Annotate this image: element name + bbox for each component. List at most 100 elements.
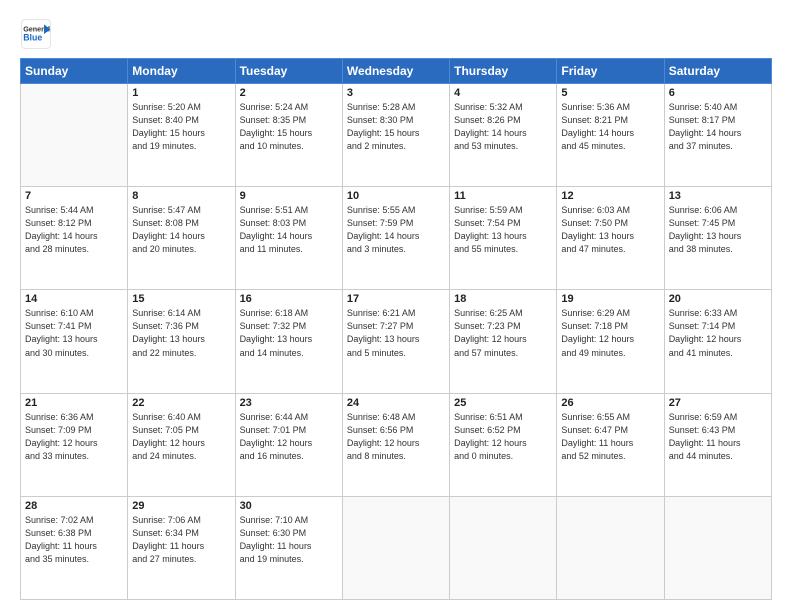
calendar-cell: 2 Sunrise: 5:24 AM Sunset: 8:35 PM Daylig…	[235, 84, 342, 187]
logo-icon: General Blue	[20, 18, 52, 50]
day-number: 24	[347, 397, 445, 409]
day-number: 17	[347, 293, 445, 305]
day-number: 15	[132, 293, 230, 305]
day-info: Sunrise: 5:28 AM Sunset: 8:30 PM Dayligh…	[347, 101, 445, 153]
day-info: Sunrise: 5:59 AM Sunset: 7:54 PM Dayligh…	[454, 204, 552, 256]
calendar-cell: 21 Sunrise: 6:36 AM Sunset: 7:09 PM Dayli…	[21, 393, 128, 496]
weekday-header: Monday	[128, 59, 235, 84]
day-info: Sunrise: 6:25 AM Sunset: 7:23 PM Dayligh…	[454, 307, 552, 359]
weekday-header-row: SundayMondayTuesdayWednesdayThursdayFrid…	[21, 59, 772, 84]
day-number: 8	[132, 190, 230, 202]
day-number: 2	[240, 87, 338, 99]
calendar-cell: 3 Sunrise: 5:28 AM Sunset: 8:30 PM Daylig…	[342, 84, 449, 187]
day-info: Sunrise: 6:14 AM Sunset: 7:36 PM Dayligh…	[132, 307, 230, 359]
calendar-cell: 5 Sunrise: 5:36 AM Sunset: 8:21 PM Daylig…	[557, 84, 664, 187]
day-info: Sunrise: 6:29 AM Sunset: 7:18 PM Dayligh…	[561, 307, 659, 359]
day-number: 22	[132, 397, 230, 409]
day-number: 19	[561, 293, 659, 305]
calendar-cell: 9 Sunrise: 5:51 AM Sunset: 8:03 PM Daylig…	[235, 187, 342, 290]
day-info: Sunrise: 6:18 AM Sunset: 7:32 PM Dayligh…	[240, 307, 338, 359]
calendar-table: SundayMondayTuesdayWednesdayThursdayFrid…	[20, 58, 772, 600]
day-number: 12	[561, 190, 659, 202]
day-info: Sunrise: 6:51 AM Sunset: 6:52 PM Dayligh…	[454, 411, 552, 463]
calendar-cell: 22 Sunrise: 6:40 AM Sunset: 7:05 PM Dayli…	[128, 393, 235, 496]
calendar-cell: 8 Sunrise: 5:47 AM Sunset: 8:08 PM Daylig…	[128, 187, 235, 290]
day-info: Sunrise: 5:24 AM Sunset: 8:35 PM Dayligh…	[240, 101, 338, 153]
day-number: 6	[669, 87, 767, 99]
day-info: Sunrise: 5:47 AM Sunset: 8:08 PM Dayligh…	[132, 204, 230, 256]
day-info: Sunrise: 7:02 AM Sunset: 6:38 PM Dayligh…	[25, 514, 123, 566]
day-number: 26	[561, 397, 659, 409]
svg-text:Blue: Blue	[23, 32, 42, 42]
calendar-cell: 29 Sunrise: 7:06 AM Sunset: 6:34 PM Dayli…	[128, 496, 235, 599]
day-number: 4	[454, 87, 552, 99]
calendar-cell: 6 Sunrise: 5:40 AM Sunset: 8:17 PM Daylig…	[664, 84, 771, 187]
day-info: Sunrise: 5:36 AM Sunset: 8:21 PM Dayligh…	[561, 101, 659, 153]
day-number: 5	[561, 87, 659, 99]
day-info: Sunrise: 5:40 AM Sunset: 8:17 PM Dayligh…	[669, 101, 767, 153]
calendar-cell: 25 Sunrise: 6:51 AM Sunset: 6:52 PM Dayli…	[450, 393, 557, 496]
day-info: Sunrise: 7:06 AM Sunset: 6:34 PM Dayligh…	[132, 514, 230, 566]
calendar-cell: 4 Sunrise: 5:32 AM Sunset: 8:26 PM Daylig…	[450, 84, 557, 187]
calendar-cell: 24Sunrise: 6:48 AM Sunset: 6:56 PM Dayli…	[342, 393, 449, 496]
day-info: Sunrise: 5:51 AM Sunset: 8:03 PM Dayligh…	[240, 204, 338, 256]
day-info: Sunrise: 6:36 AM Sunset: 7:09 PM Dayligh…	[25, 411, 123, 463]
day-info: Sunrise: 5:55 AM Sunset: 7:59 PM Dayligh…	[347, 204, 445, 256]
day-number: 11	[454, 190, 552, 202]
calendar-cell: 30Sunrise: 7:10 AM Sunset: 6:30 PM Dayli…	[235, 496, 342, 599]
calendar-cell: 27 Sunrise: 6:59 AM Sunset: 6:43 PM Dayli…	[664, 393, 771, 496]
day-info: Sunrise: 6:55 AM Sunset: 6:47 PM Dayligh…	[561, 411, 659, 463]
calendar-cell: 1Sunrise: 5:20 AM Sunset: 8:40 PM Daylig…	[128, 84, 235, 187]
calendar-cell	[450, 496, 557, 599]
header: General Blue	[20, 18, 772, 50]
day-number: 20	[669, 293, 767, 305]
day-number: 16	[240, 293, 338, 305]
day-number: 27	[669, 397, 767, 409]
weekday-header: Wednesday	[342, 59, 449, 84]
calendar-cell: 12Sunrise: 6:03 AM Sunset: 7:50 PM Dayli…	[557, 187, 664, 290]
day-number: 30	[240, 500, 338, 512]
day-info: Sunrise: 6:59 AM Sunset: 6:43 PM Dayligh…	[669, 411, 767, 463]
logo: General Blue	[20, 18, 56, 50]
calendar-cell: 10Sunrise: 5:55 AM Sunset: 7:59 PM Dayli…	[342, 187, 449, 290]
calendar-cell: 14Sunrise: 6:10 AM Sunset: 7:41 PM Dayli…	[21, 290, 128, 393]
calendar-cell: 20 Sunrise: 6:33 AM Sunset: 7:14 PM Dayli…	[664, 290, 771, 393]
day-info: Sunrise: 6:21 AM Sunset: 7:27 PM Dayligh…	[347, 307, 445, 359]
day-number: 28	[25, 500, 123, 512]
day-number: 23	[240, 397, 338, 409]
day-number: 29	[132, 500, 230, 512]
day-info: Sunrise: 6:33 AM Sunset: 7:14 PM Dayligh…	[669, 307, 767, 359]
day-info: Sunrise: 5:44 AM Sunset: 8:12 PM Dayligh…	[25, 204, 123, 256]
day-info: Sunrise: 6:44 AM Sunset: 7:01 PM Dayligh…	[240, 411, 338, 463]
day-number: 21	[25, 397, 123, 409]
day-number: 25	[454, 397, 552, 409]
calendar-cell: 17 Sunrise: 6:21 AM Sunset: 7:27 PM Dayli…	[342, 290, 449, 393]
calendar-cell: 15 Sunrise: 6:14 AM Sunset: 7:36 PM Dayli…	[128, 290, 235, 393]
day-number: 7	[25, 190, 123, 202]
calendar-week-row: 14Sunrise: 6:10 AM Sunset: 7:41 PM Dayli…	[21, 290, 772, 393]
weekday-header: Thursday	[450, 59, 557, 84]
day-number: 3	[347, 87, 445, 99]
calendar-cell	[664, 496, 771, 599]
calendar-cell	[557, 496, 664, 599]
day-number: 14	[25, 293, 123, 305]
calendar-cell	[342, 496, 449, 599]
day-number: 18	[454, 293, 552, 305]
weekday-header: Tuesday	[235, 59, 342, 84]
calendar-cell: 23 Sunrise: 6:44 AM Sunset: 7:01 PM Dayli…	[235, 393, 342, 496]
calendar-cell: 11 Sunrise: 5:59 AM Sunset: 7:54 PM Dayli…	[450, 187, 557, 290]
day-number: 1	[132, 87, 230, 99]
calendar-cell: 26 Sunrise: 6:55 AM Sunset: 6:47 PM Dayli…	[557, 393, 664, 496]
day-number: 9	[240, 190, 338, 202]
calendar-cell: 28 Sunrise: 7:02 AM Sunset: 6:38 PM Dayli…	[21, 496, 128, 599]
day-number: 13	[669, 190, 767, 202]
day-info: Sunrise: 5:32 AM Sunset: 8:26 PM Dayligh…	[454, 101, 552, 153]
calendar-cell	[21, 84, 128, 187]
calendar-cell: 13Sunrise: 6:06 AM Sunset: 7:45 PM Dayli…	[664, 187, 771, 290]
calendar-cell: 19 Sunrise: 6:29 AM Sunset: 7:18 PM Dayli…	[557, 290, 664, 393]
calendar-week-row: 1Sunrise: 5:20 AM Sunset: 8:40 PM Daylig…	[21, 84, 772, 187]
calendar-week-row: 21 Sunrise: 6:36 AM Sunset: 7:09 PM Dayli…	[21, 393, 772, 496]
calendar-cell: 16 Sunrise: 6:18 AM Sunset: 7:32 PM Dayli…	[235, 290, 342, 393]
calendar-week-row: 28 Sunrise: 7:02 AM Sunset: 6:38 PM Dayli…	[21, 496, 772, 599]
day-info: Sunrise: 6:40 AM Sunset: 7:05 PM Dayligh…	[132, 411, 230, 463]
